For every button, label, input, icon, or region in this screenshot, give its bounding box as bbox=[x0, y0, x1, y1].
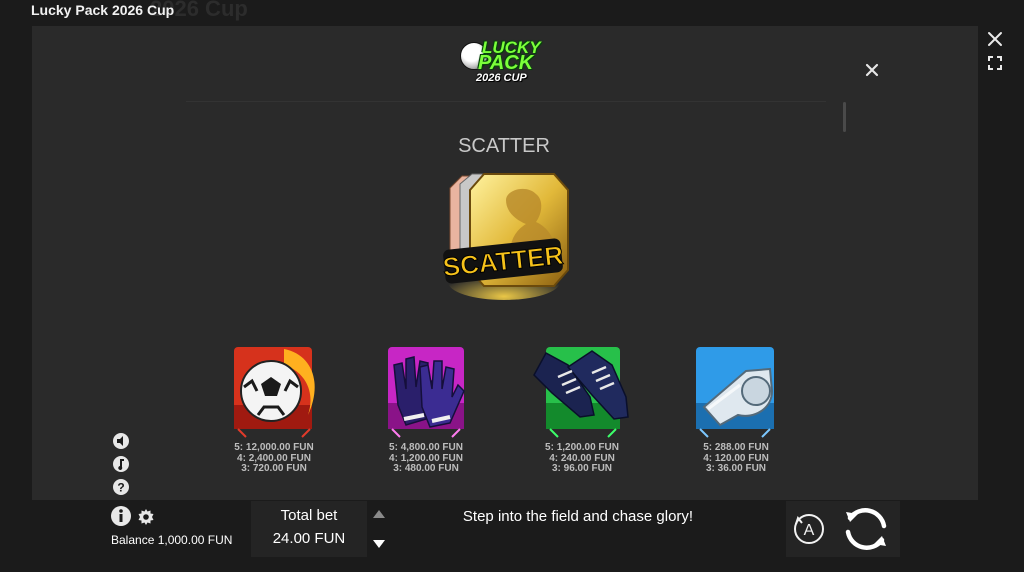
autoplay-letter: A bbox=[804, 522, 815, 539]
spin-button[interactable] bbox=[840, 504, 892, 554]
soccer-ball-icon bbox=[234, 347, 315, 438]
payout-5: 5: 12,000.00 FUN bbox=[234, 442, 314, 453]
payout-3: 3: 96.00 FUN bbox=[551, 463, 613, 474]
payout-list: 5: 4,800.00 FUN 4: 1,200.00 FUN 3: 480.0… bbox=[356, 442, 496, 475]
divider bbox=[186, 101, 826, 102]
payout-3: 3: 480.00 FUN bbox=[393, 463, 459, 474]
scatter-symbol: SCATTER bbox=[441, 173, 569, 300]
payout-5: 5: 288.00 FUN bbox=[703, 442, 769, 453]
payout-list: 5: 1,200.00 FUN 4: 240.00 FUN 3: 96.00 F… bbox=[512, 442, 652, 475]
whistle-icon bbox=[696, 347, 774, 438]
increase-bet-icon[interactable] bbox=[372, 508, 386, 520]
decrease-bet-icon[interactable] bbox=[372, 538, 386, 550]
gear-icon[interactable] bbox=[137, 508, 155, 526]
goalkeeper-gloves-icon bbox=[388, 347, 465, 438]
payout-5: 5: 1,200.00 FUN bbox=[545, 442, 619, 453]
close-window-icon[interactable] bbox=[985, 29, 1005, 49]
sound-effects-icon[interactable] bbox=[112, 432, 130, 450]
football-boots-icon bbox=[533, 347, 629, 438]
music-icon[interactable] bbox=[112, 455, 130, 473]
total-bet-panel: Total bet 24.00 FUN bbox=[251, 501, 367, 557]
svg-text:?: ? bbox=[117, 481, 124, 495]
autoplay-button[interactable]: A bbox=[792, 512, 826, 546]
payout-3: 3: 720.00 FUN bbox=[241, 463, 307, 474]
app-title: Lucky Pack 2026 Cup bbox=[31, 2, 175, 18]
help-icon[interactable]: ? bbox=[112, 478, 130, 496]
fullscreen-icon[interactable] bbox=[985, 53, 1005, 73]
total-bet-value: 24.00 FUN bbox=[272, 530, 346, 547]
payout-5: 5: 4,800.00 FUN bbox=[389, 442, 463, 453]
payout-3: 3: 36.00 FUN bbox=[705, 463, 767, 474]
game-message: Step into the field and chase glory! bbox=[462, 508, 694, 525]
game-logo: LUCKY PACK 2026 CUP bbox=[460, 38, 552, 90]
title-bar: 2026 Cup Lucky Pack 2026 Cup bbox=[0, 0, 1024, 26]
total-bet-label: Total bet bbox=[280, 507, 338, 524]
payout-list: 5: 288.00 FUN 4: 120.00 FUN 3: 36.00 FUN bbox=[666, 442, 806, 475]
payout-list: 5: 12,000.00 FUN 4: 2,400.00 FUN 3: 720.… bbox=[204, 442, 344, 475]
balance-display: Balance 1,000.00 FUN bbox=[111, 533, 233, 547]
logo-line-3: 2026 CUP bbox=[476, 72, 527, 84]
close-paytable-icon[interactable] bbox=[862, 60, 882, 80]
info-icon[interactable] bbox=[110, 505, 132, 527]
section-heading: SCATTER bbox=[458, 135, 550, 157]
scrollbar[interactable] bbox=[843, 102, 846, 132]
